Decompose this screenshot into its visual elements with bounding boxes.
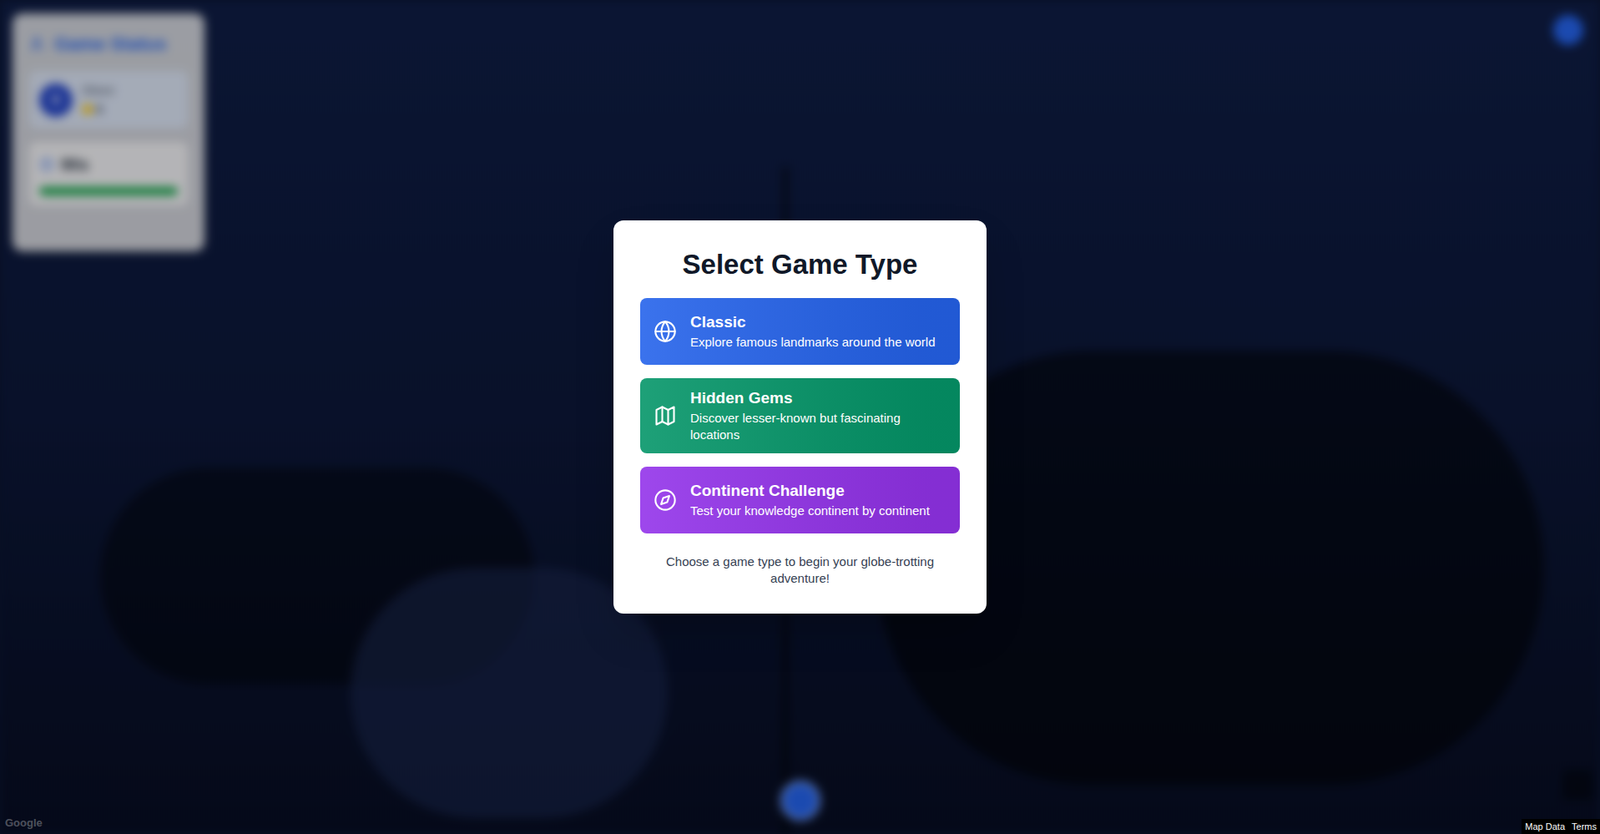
- game-type-modal: Select Game Type ClassicExplore famous l…: [613, 220, 987, 614]
- game-type-option[interactable]: Continent ChallengeTest your knowledge c…: [640, 466, 960, 534]
- option-description: Test your knowledge continent by contine…: [690, 502, 930, 520]
- game-screen: Game Status 0 Disco 0 90s: [0, 0, 1600, 834]
- globe-icon: [653, 319, 677, 344]
- option-label: Hidden Gems: [690, 388, 947, 409]
- map-icon: [653, 403, 677, 428]
- game-type-option[interactable]: Hidden GemsDiscover lesser-known but fas…: [640, 378, 960, 454]
- map-data-link[interactable]: Map Data: [1521, 818, 1569, 834]
- modal-title: Select Game Type: [682, 247, 919, 282]
- game-type-option[interactable]: ClassicExplore famous landmarks around t…: [640, 297, 960, 365]
- modal-footer: Choose a game type to begin your globe-t…: [640, 553, 960, 587]
- compass-icon: [653, 488, 677, 512]
- option-description: Discover lesser-known but fascinating lo…: [690, 409, 947, 444]
- terms-link[interactable]: Terms: [1568, 818, 1600, 834]
- google-logo: Google: [5, 814, 43, 832]
- option-label: Continent Challenge: [690, 480, 930, 501]
- option-description: Explore famous landmarks around the worl…: [690, 333, 935, 351]
- option-label: Classic: [690, 312, 935, 333]
